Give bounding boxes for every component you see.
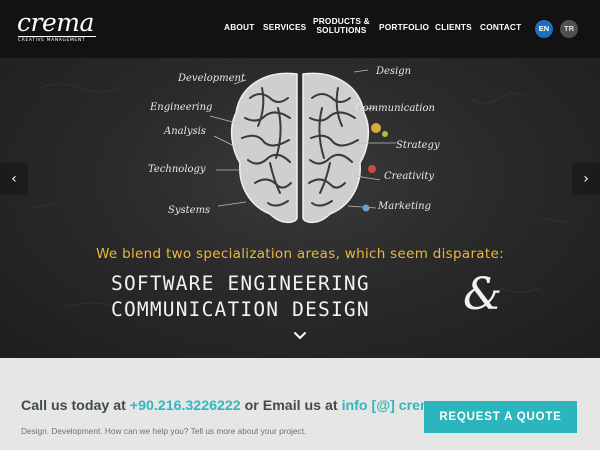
nav-clients[interactable]: CLIENTS — [435, 22, 472, 32]
chevron-left-icon: ‹ — [11, 171, 17, 187]
logo-wordmark: crema — [17, 8, 94, 37]
label-systems: Systems — [168, 205, 211, 216]
logo-subline-text: CREATIVE MANAGEMENT — [18, 38, 86, 43]
label-marketing: Marketing — [378, 201, 432, 212]
hero-tagline: We blend two specialization areas, which… — [96, 246, 504, 262]
chevron-right-icon: › — [583, 171, 589, 187]
slider-next-button[interactable]: › — [572, 163, 600, 195]
language-en-button[interactable]: EN — [535, 20, 553, 38]
logo-subline: CREATIVE MANAGEMENT — [18, 36, 96, 43]
slider-prev-button[interactable]: ‹ — [0, 163, 28, 195]
brain-illustration — [230, 72, 370, 224]
label-design: Design — [376, 66, 412, 77]
nav-about[interactable]: ABOUT — [224, 22, 255, 32]
cta-phone-link[interactable]: +90.216.3226222 — [130, 398, 241, 414]
label-engineering: Engineering — [150, 102, 213, 113]
label-technology: Technology — [148, 164, 206, 175]
crema-logo[interactable]: crema CREATIVE MANAGEMENT — [17, 8, 97, 46]
cta-subtext: Design. Development. How can we help you… — [21, 426, 307, 436]
contact-cta-bar: Call us today at +90.216.3226222 or Emai… — [0, 358, 600, 450]
cta-text-between: or Email us at — [240, 398, 342, 414]
nav-services[interactable]: SERVICES — [263, 22, 306, 32]
label-creativity: Creativity — [384, 171, 435, 182]
label-analysis: Analysis — [164, 126, 206, 137]
label-development: Development — [178, 73, 245, 84]
chevron-down-icon[interactable] — [291, 329, 309, 343]
hero-headline-software-engineering: SOFTWARE ENGINEERING — [111, 272, 370, 295]
cta-email-link[interactable]: info [@] crem — [342, 398, 425, 414]
hero-slider: Development Engineering Analysis Technol… — [0, 58, 600, 358]
request-quote-button[interactable]: REQUEST A QUOTE — [424, 401, 577, 433]
cta-headline: Call us today at +90.216.3226222 or Emai… — [21, 398, 425, 414]
nav-contact[interactable]: CONTACT — [480, 22, 521, 32]
site-header: crema CREATIVE MANAGEMENT ABOUT SERVICES… — [0, 0, 600, 58]
hero-headline-communication-design: COMMUNICATION DESIGN — [111, 298, 370, 321]
nav-products-solutions[interactable]: PRODUCTS & SOLUTIONS — [313, 17, 370, 35]
cta-text-before-phone: Call us today at — [21, 398, 130, 414]
nav-products-line2: SOLUTIONS — [316, 25, 367, 35]
label-strategy: Strategy — [396, 140, 440, 151]
language-tr-button[interactable]: TR — [560, 20, 578, 38]
nav-portfolio[interactable]: PORTFOLIO — [379, 22, 429, 32]
hero-ampersand: & — [463, 269, 503, 320]
label-communication: Communication — [355, 103, 435, 114]
